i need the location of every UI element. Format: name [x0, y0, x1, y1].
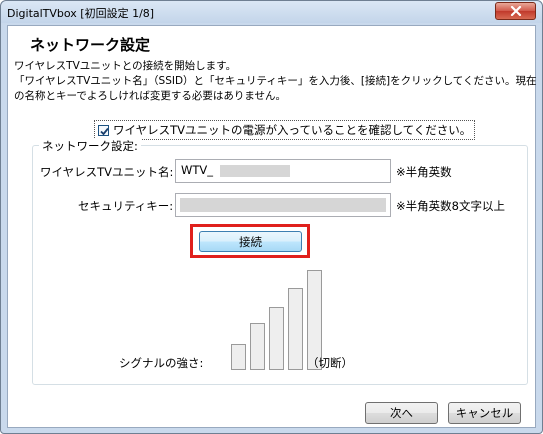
- close-icon: [510, 6, 521, 16]
- security-key-field[interactable]: [175, 193, 391, 217]
- window-title: DigitalTVbox [初回設定 1/8]: [7, 7, 155, 20]
- security-key-hint: ※半角英数8文字以上: [396, 199, 505, 213]
- cancel-button[interactable]: キャンセル: [448, 402, 521, 424]
- description-text: ワイヤレスTVユニットとの接続を開始します。 「ワイヤレスTVユニット名」（SS…: [14, 59, 537, 104]
- unit-name-hint: ※半角英数: [396, 165, 452, 179]
- power-confirm-checkbox-row[interactable]: ワイヤレスTVユニットの電源が入っていることを確認してください。: [94, 120, 476, 140]
- description-line: の名称とキーでよろしければ変更する必要はありません。: [14, 90, 287, 102]
- signal-status: （切断）: [307, 356, 353, 370]
- dialog-content: ネットワーク設定 ワイヤレスTVユニットとの接続を開始します。 「ワイヤレスTV…: [7, 25, 536, 428]
- check-icon: [100, 127, 109, 135]
- unit-name-label: ワイヤレスTVユニット名:: [40, 165, 174, 179]
- description-line: ワイヤレスTVユニットとの接続を開始します。: [14, 60, 237, 72]
- power-confirm-checkbox[interactable]: [98, 124, 109, 136]
- unit-name-value: WTV_: [181, 163, 214, 177]
- signal-bar-1: [231, 344, 246, 370]
- signal-bar-2: [250, 323, 265, 370]
- group-legend: ネットワーク設定:: [39, 138, 141, 154]
- description-line: 「ワイヤレスTVユニット名」（SSID）と「セキュリティキー」を入力後、[接続]…: [14, 75, 537, 87]
- dialog-window: DigitalTVbox [初回設定 1/8] ネットワーク設定 ワイヤレスTV…: [0, 0, 543, 434]
- title-bar[interactable]: DigitalTVbox [初回設定 1/8]: [1, 1, 542, 23]
- next-button[interactable]: 次へ: [365, 402, 438, 424]
- close-button[interactable]: [495, 2, 536, 20]
- connect-button[interactable]: 接続: [199, 231, 302, 252]
- security-key-label: セキュリティキー:: [78, 199, 174, 213]
- redacted-mask: [220, 165, 290, 177]
- page-title: ネットワーク設定: [30, 36, 151, 54]
- redacted-mask: [180, 198, 386, 212]
- signal-bar-3: [269, 307, 284, 370]
- signal-strength-label: シグナルの強さ:: [119, 356, 204, 370]
- unit-name-field[interactable]: WTV_: [175, 159, 391, 183]
- power-confirm-label: ワイヤレスTVユニットの電源が入っていることを確認してください。: [113, 123, 472, 137]
- signal-bar-4: [288, 288, 303, 370]
